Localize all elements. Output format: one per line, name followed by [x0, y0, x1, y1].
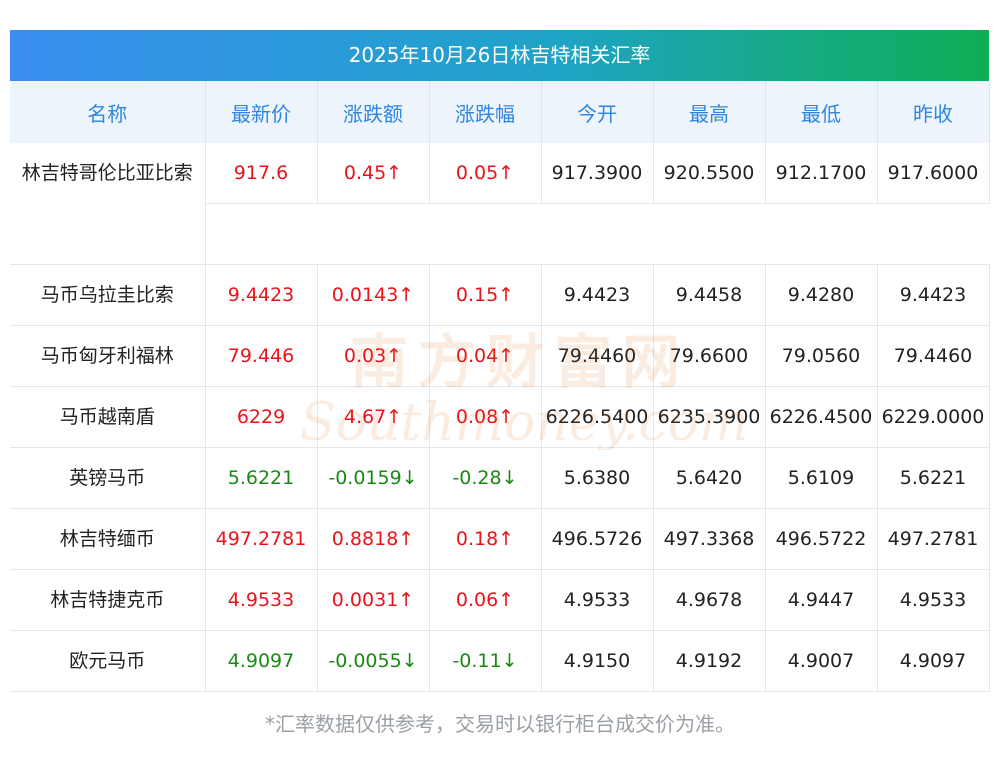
cell-pct: 0.04↑ — [429, 325, 542, 387]
cell-change: -0.0159↓ — [317, 447, 430, 509]
col-header-prev: 昨收 — [877, 81, 990, 143]
cell-high: 4.9678 — [653, 569, 766, 631]
cell-prev: 6229.0000 — [877, 386, 990, 448]
cell-high: 9.4458 — [653, 264, 766, 326]
currency-pair-name: 马币越南盾 — [10, 386, 206, 448]
cell-pct: 0.06↑ — [429, 569, 542, 631]
table-row: 林吉特捷克币 4.9533 0.0031↑ 0.06↑ 4.9533 4.9678 4.94… — [10, 569, 990, 631]
cell-high: 79.6600 — [653, 325, 766, 387]
col-header-open: 今开 — [541, 81, 654, 143]
cell-pct: 0.05↑ — [429, 143, 542, 204]
cell-low: 912.1700 — [765, 143, 878, 204]
table-row: 马币乌拉圭比索 9.4423 0.0143↑ 0.15↑ 9.4423 9.4458 9.4… — [10, 264, 990, 326]
table-row: 马币越南盾 6229 4.67↑ 0.08↑ 6226.5400 6235.3900 622… — [10, 386, 990, 448]
cell-high: 6235.3900 — [653, 386, 766, 448]
currency-pair-name: 林吉特捷克币 — [10, 569, 206, 631]
table-row: 林吉特哥伦比亚比索 917.6 0.45↑ 0.05↑ 917.3900 920.5500… — [10, 143, 990, 265]
cell-low: 4.9447 — [765, 569, 878, 631]
cell-latest: 9.4423 — [205, 264, 318, 326]
cell-change: 0.45↑ — [317, 143, 430, 204]
cell-change: 0.8818↑ — [317, 508, 430, 570]
cell-open: 4.9150 — [541, 630, 654, 692]
cell-pct: 0.15↑ — [429, 264, 542, 326]
cell-prev: 4.9097 — [877, 630, 990, 692]
cell-open: 5.6380 — [541, 447, 654, 509]
currency-pair-name: 林吉特缅币 — [10, 508, 206, 570]
cell-change: 0.0143↑ — [317, 264, 430, 326]
cell-low: 5.6109 — [765, 447, 878, 509]
table-row: 欧元马币 4.9097 -0.0055↓ -0.11↓ 4.9150 4.9192 4.90… — [10, 630, 990, 692]
col-header-latest: 最新价 — [205, 81, 318, 143]
cell-change: -0.0055↓ — [317, 630, 430, 692]
currency-pair-name: 欧元马币 — [10, 630, 206, 692]
cell-latest: 79.446 — [205, 325, 318, 387]
currency-pair-name: 林吉特哥伦比亚比索 — [10, 143, 206, 265]
cell-high: 920.5500 — [653, 143, 766, 204]
cell-latest: 917.6 — [205, 143, 318, 204]
cell-prev: 497.2781 — [877, 508, 990, 570]
col-header-name: 名称 — [10, 81, 206, 143]
cell-open: 79.4460 — [541, 325, 654, 387]
cell-change: 0.03↑ — [317, 325, 430, 387]
currency-pair-name: 马币乌拉圭比索 — [10, 264, 206, 326]
disclaimer-footer: *汇率数据仅供参考，交易时以银行柜台成交价为准。 — [265, 712, 735, 736]
col-header-change: 涨跌额 — [317, 81, 430, 143]
table-header-row: 名称 最新价 涨跌额 涨跌幅 今开 最高 最低 昨收 — [10, 81, 990, 143]
cell-high: 4.9192 — [653, 630, 766, 692]
cell-prev: 9.4423 — [877, 264, 990, 326]
table-row: 马币匈牙利福林 79.446 0.03↑ 0.04↑ 79.4460 79.6600 79.… — [10, 325, 990, 387]
cell-open: 917.3900 — [541, 143, 654, 204]
cell-latest: 5.6221 — [205, 447, 318, 509]
cell-pct: 0.18↑ — [429, 508, 542, 570]
cell-high: 5.6420 — [653, 447, 766, 509]
rate-table: 名称 最新价 涨跌额 涨跌幅 今开 最高 最低 昨收 林吉特哥伦比亚比索 917.… — [10, 81, 990, 692]
cell-prev: 4.9533 — [877, 569, 990, 631]
cell-latest: 497.2781 — [205, 508, 318, 570]
table-row: 林吉特缅币 497.2781 0.8818↑ 0.18↑ 496.5726 497.336… — [10, 508, 990, 570]
cell-prev: 917.6000 — [877, 143, 990, 204]
cell-low: 9.4280 — [765, 264, 878, 326]
currency-pair-name: 英镑马币 — [10, 447, 206, 509]
cell-pct: -0.11↓ — [429, 630, 542, 692]
cell-change: 0.0031↑ — [317, 569, 430, 631]
cell-prev: 79.4460 — [877, 325, 990, 387]
page-title: 2025年10月26日林吉特相关汇率 — [10, 30, 989, 81]
col-header-low: 最低 — [765, 81, 878, 143]
cell-low: 496.5722 — [765, 508, 878, 570]
col-header-high: 最高 — [653, 81, 766, 143]
cell-latest: 4.9097 — [205, 630, 318, 692]
cell-pct: 0.08↑ — [429, 386, 542, 448]
cell-latest: 4.9533 — [205, 569, 318, 631]
cell-low: 79.0560 — [765, 325, 878, 387]
cell-change: 4.67↑ — [317, 386, 430, 448]
cell-open: 6226.5400 — [541, 386, 654, 448]
cell-prev: 5.6221 — [877, 447, 990, 509]
table-row: 英镑马币 5.6221 -0.0159↓ -0.28↓ 5.6380 5.6420 5.61… — [10, 447, 990, 509]
currency-pair-name: 马币匈牙利福林 — [10, 325, 206, 387]
cell-latest: 6229 — [205, 386, 318, 448]
cell-low: 4.9007 — [765, 630, 878, 692]
col-header-pct: 涨跌幅 — [429, 81, 542, 143]
rate-panel: 2025年10月26日林吉特相关汇率 名称 最新价 涨跌额 涨跌幅 今开 最高 … — [10, 30, 990, 692]
cell-pct: -0.28↓ — [429, 447, 542, 509]
cell-open: 9.4423 — [541, 264, 654, 326]
cell-open: 4.9533 — [541, 569, 654, 631]
empty-cell — [205, 203, 989, 265]
cell-low: 6226.4500 — [765, 386, 878, 448]
cell-open: 496.5726 — [541, 508, 654, 570]
cell-high: 497.3368 — [653, 508, 766, 570]
